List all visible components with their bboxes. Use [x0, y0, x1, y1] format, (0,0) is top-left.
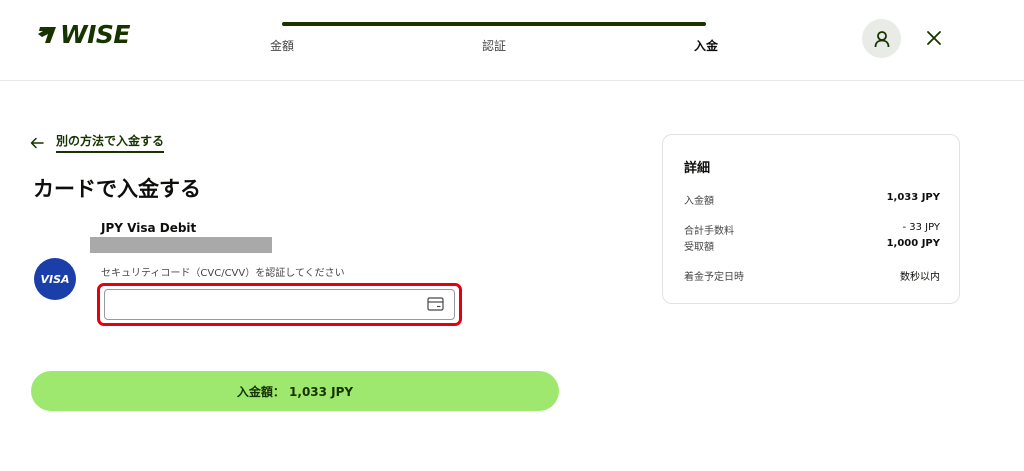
detail-row-received: 受取額 1,000 JPY: [684, 238, 940, 253]
close-icon: [927, 31, 941, 45]
arrow-left-icon: [30, 137, 44, 148]
step-verify: 認証: [482, 39, 507, 53]
user-icon: [874, 30, 889, 47]
cvc-input[interactable]: [104, 289, 455, 320]
detail-label: 受取額: [684, 242, 714, 253]
page-title: カードで入金する: [33, 177, 201, 201]
pay-button[interactable]: 入金額： 1,033 JPY: [31, 371, 559, 411]
logo-text: WISE: [60, 20, 130, 49]
cvc-field-label: セキュリティコード（CVC/CVV）を認証してください: [101, 268, 345, 279]
progress-stepper: 金額 認証 入金: [268, 20, 728, 60]
card-icon: [427, 297, 444, 311]
step-progress-track: [282, 22, 706, 26]
wise-flag-icon: [38, 27, 56, 43]
step-amount: 金額: [270, 39, 295, 53]
card-number-redacted: [90, 237, 272, 253]
details-panel: 詳細 入金額 1,033 JPY 合計手数料 - 33 JPY 受取額 1,00…: [662, 134, 960, 304]
other-payment-method-link[interactable]: 別の方法で入金する: [30, 132, 165, 153]
details-title: 詳細: [684, 161, 711, 176]
detail-label: 着金予定日時: [684, 272, 744, 283]
detail-label: 入金額: [684, 196, 714, 207]
top-bar: WISE 金額 認証 入金: [0, 0, 1024, 81]
detail-row-arrival: 着金予定日時 数秒以内: [684, 268, 940, 283]
visa-logo-icon: VISA: [34, 258, 76, 300]
account-avatar-button[interactable]: [862, 19, 901, 58]
detail-row-amount: 入金額 1,033 JPY: [684, 192, 940, 207]
detail-value: 1,033 JPY: [886, 192, 940, 203]
detail-value: 数秒以内: [900, 272, 940, 283]
close-button[interactable]: [922, 26, 946, 50]
wise-logo[interactable]: WISE: [34, 22, 130, 48]
detail-value: - 33 JPY: [902, 222, 940, 233]
visa-badge-text: VISA: [40, 272, 70, 286]
detail-value: 1,000 JPY: [886, 238, 940, 249]
back-link-label: 別の方法で入金する: [56, 132, 165, 153]
card-name: JPY Visa Debit: [101, 221, 197, 235]
detail-row-fee: 合計手数料 - 33 JPY: [684, 222, 940, 237]
step-payment: 入金: [694, 39, 719, 53]
detail-label: 合計手数料: [684, 226, 734, 237]
